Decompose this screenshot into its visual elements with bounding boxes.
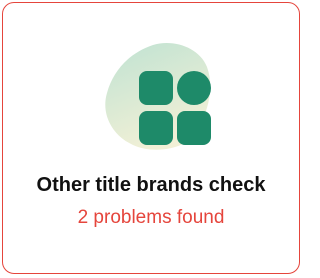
title-brands-check-card[interactable]: Other title brands check 2 problems foun…	[2, 2, 300, 274]
grid-square-bottom-left	[139, 111, 173, 145]
problems-found-status: 2 problems found	[77, 207, 225, 228]
grid-circle-top-right	[177, 71, 211, 105]
card-title: Other title brands check	[36, 174, 266, 196]
grid-square-top-left	[139, 71, 173, 105]
app-grid-icon	[105, 43, 211, 150]
grid-square-bottom-right	[177, 111, 211, 145]
